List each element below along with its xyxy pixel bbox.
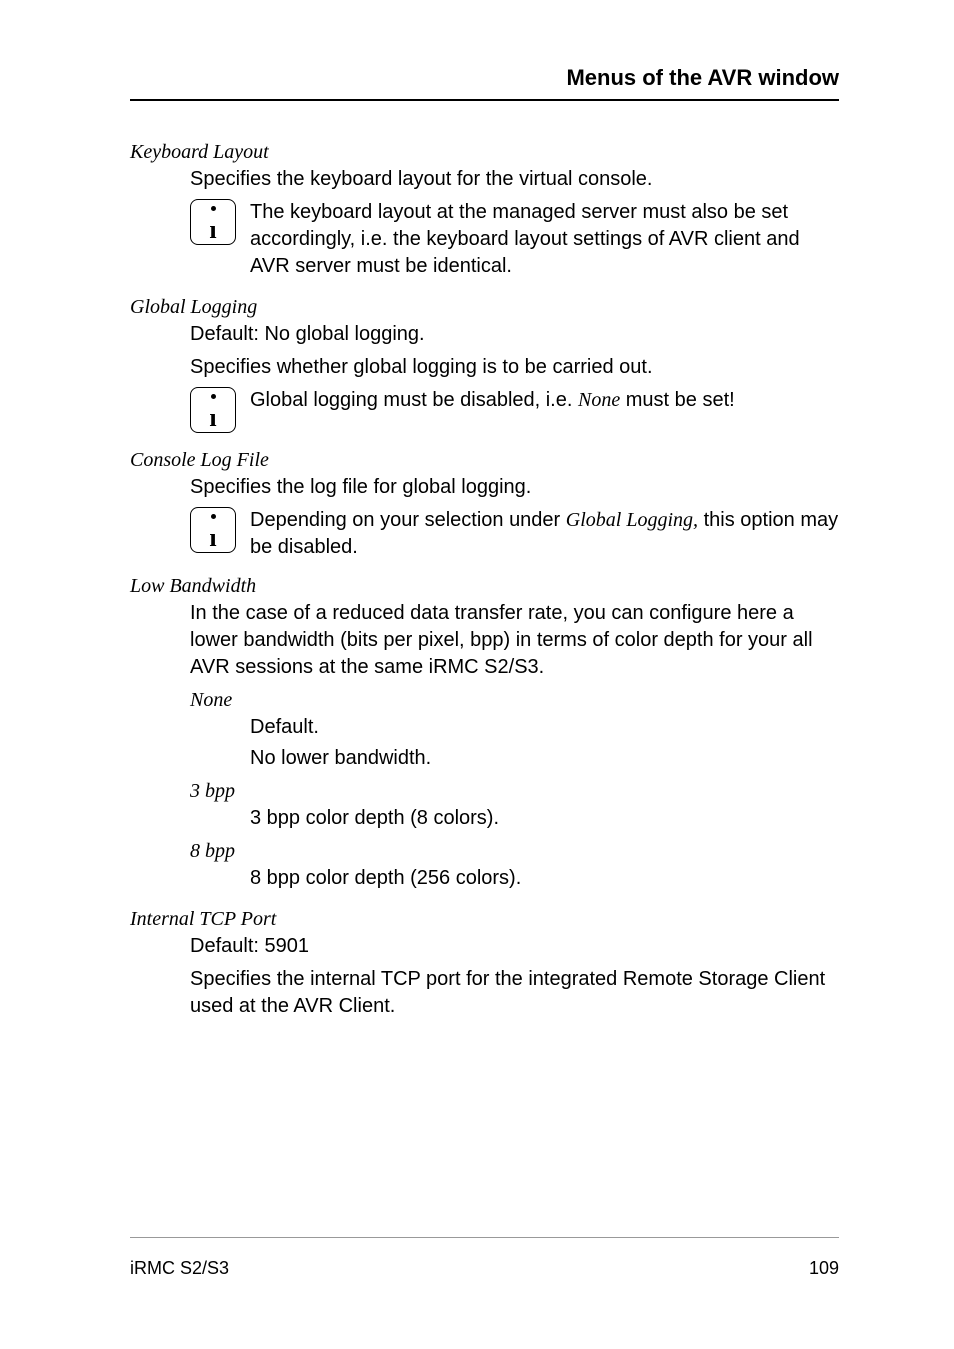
info-icon: ı bbox=[190, 199, 236, 245]
desc-console-log-file: Specifies the log file for global loggin… bbox=[190, 474, 839, 501]
info-text-console-log-file: Depending on your selection under Global… bbox=[250, 507, 839, 561]
info-italic: Global Logging, bbox=[566, 509, 698, 531]
desc-low-bandwidth: In the case of a reduced data transfer r… bbox=[190, 600, 839, 681]
term-low-bandwidth: Low Bandwidth bbox=[130, 575, 839, 598]
term-console-log-file: Console Log File bbox=[130, 449, 839, 472]
info-text-keyboard-layout: The keyboard layout at the managed serve… bbox=[250, 199, 839, 280]
subdesc-3bpp: 3 bpp color depth (8 colors). bbox=[250, 805, 839, 832]
info-prefix: Global logging must be disabled, i.e. bbox=[250, 389, 578, 411]
desc-internal-tcp-port-2: Specifies the internal TCP port for the … bbox=[190, 966, 839, 1020]
subterm-none: None bbox=[190, 689, 839, 712]
subdesc-8bpp: 8 bpp color depth (256 colors). bbox=[250, 865, 839, 892]
info-text-global-logging: Global logging must be disabled, i.e. No… bbox=[250, 387, 735, 414]
subdesc-none-1: Default. bbox=[250, 714, 839, 741]
info-block-global-logging: ı Global logging must be disabled, i.e. … bbox=[190, 387, 839, 433]
page-footer: iRMC S2/S3 109 bbox=[130, 1237, 839, 1279]
subdesc-none-2: No lower bandwidth. bbox=[250, 745, 839, 772]
info-prefix: Depending on your selection under bbox=[250, 509, 566, 531]
term-internal-tcp-port: Internal TCP Port bbox=[130, 908, 839, 931]
info-icon: ı bbox=[190, 387, 236, 433]
desc-internal-tcp-port-1: Default: 5901 bbox=[190, 933, 839, 960]
term-keyboard-layout: Keyboard Layout bbox=[130, 141, 839, 164]
info-block-console-log-file: ı Depending on your selection under Glob… bbox=[190, 507, 839, 561]
desc-global-logging-2: Specifies whether global logging is to b… bbox=[190, 354, 839, 381]
info-italic: None bbox=[578, 389, 620, 411]
info-block-keyboard-layout: ı The keyboard layout at the managed ser… bbox=[190, 199, 839, 280]
header-title: Menus of the AVR window bbox=[566, 65, 839, 90]
footer-left: iRMC S2/S3 bbox=[130, 1258, 229, 1279]
desc-global-logging-1: Default: No global logging. bbox=[190, 321, 839, 348]
subterm-3bpp: 3 bpp bbox=[190, 780, 839, 803]
term-global-logging: Global Logging bbox=[130, 296, 839, 319]
info-icon: ı bbox=[190, 507, 236, 553]
desc-keyboard-layout: Specifies the keyboard layout for the vi… bbox=[190, 166, 839, 193]
footer-right: 109 bbox=[809, 1258, 839, 1279]
subterm-8bpp: 8 bpp bbox=[190, 840, 839, 863]
page-header: Menus of the AVR window bbox=[130, 65, 839, 101]
info-suffix: must be set! bbox=[620, 389, 735, 411]
